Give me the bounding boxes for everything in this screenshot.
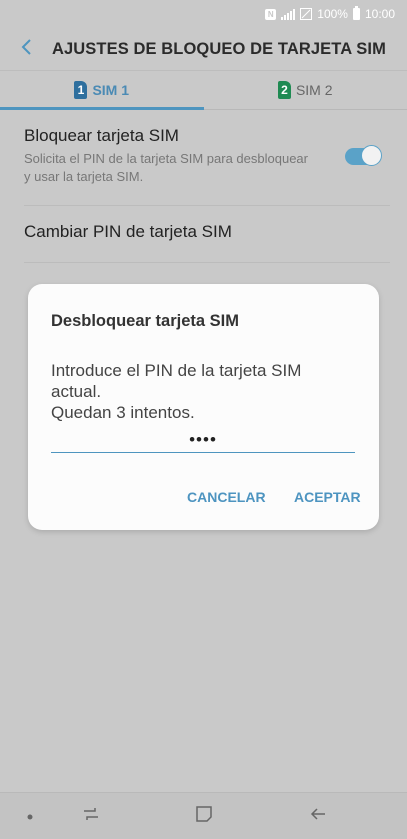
battery-percent: 100% [317, 7, 348, 21]
dialog-title: Desbloquear tarjeta SIM [51, 312, 239, 331]
app-header: AJUSTES DE BLOQUEO DE TARJETA SIM [0, 28, 407, 70]
tab-sim-1-label: SIM 1 [92, 82, 129, 98]
navigation-bar [0, 792, 407, 839]
dialog-message-line1: Introduce el PIN de la tarjeta SIM actua… [51, 360, 351, 402]
nav-dot-button[interactable] [0, 793, 60, 839]
tab-sim-2-label: SIM 2 [296, 82, 333, 98]
home-button[interactable] [174, 793, 234, 839]
home-icon [195, 805, 213, 828]
toggle-thumb [361, 145, 382, 166]
dot-icon [27, 807, 33, 825]
battery-icon [353, 8, 360, 20]
recents-icon [82, 806, 100, 827]
status-bar: N 100% 10:00 [0, 0, 407, 28]
cancel-button[interactable]: CANCELAR [185, 485, 268, 509]
tab-sim-1[interactable]: 1 SIM 1 [0, 71, 204, 109]
pin-input[interactable] [51, 427, 355, 453]
lock-sim-setting[interactable]: Bloquear tarjeta SIM Solicita el PIN de … [24, 126, 390, 186]
recents-button[interactable] [61, 793, 121, 839]
back-button[interactable] [0, 28, 52, 70]
divider [24, 262, 390, 263]
unlock-sim-dialog: Desbloquear tarjeta SIM Introduce el PIN… [28, 284, 379, 530]
n-notification-icon: N [265, 9, 276, 20]
chevron-left-icon [20, 38, 32, 61]
nav-back-button[interactable] [288, 793, 348, 839]
accept-button[interactable]: ACEPTAR [292, 485, 363, 509]
status-time: 10:00 [365, 7, 395, 21]
change-pin-setting[interactable]: Cambiar PIN de tarjeta SIM [24, 222, 232, 242]
dialog-message-line2: Quedan 3 intentos. [51, 402, 351, 423]
lock-sim-title: Bloquear tarjeta SIM [24, 126, 390, 146]
lock-sim-toggle[interactable] [345, 146, 381, 166]
sim-2-badge-icon: 2 [278, 81, 291, 99]
tab-sim-2[interactable]: 2 SIM 2 [204, 71, 407, 109]
back-arrow-icon [309, 806, 327, 827]
dialog-message: Introduce el PIN de la tarjeta SIM actua… [51, 360, 351, 423]
sim-tabs: 1 SIM 1 2 SIM 2 [0, 70, 407, 110]
sim-1-badge-icon: 1 [74, 81, 87, 99]
page-title: AJUSTES DE BLOQUEO DE TARJETA SIM [52, 40, 386, 59]
divider [24, 205, 390, 206]
sim-status-icon [300, 8, 312, 20]
lock-sim-subtitle: Solicita el PIN de la tarjeta SIM para d… [24, 150, 314, 186]
signal-icon [281, 9, 295, 20]
